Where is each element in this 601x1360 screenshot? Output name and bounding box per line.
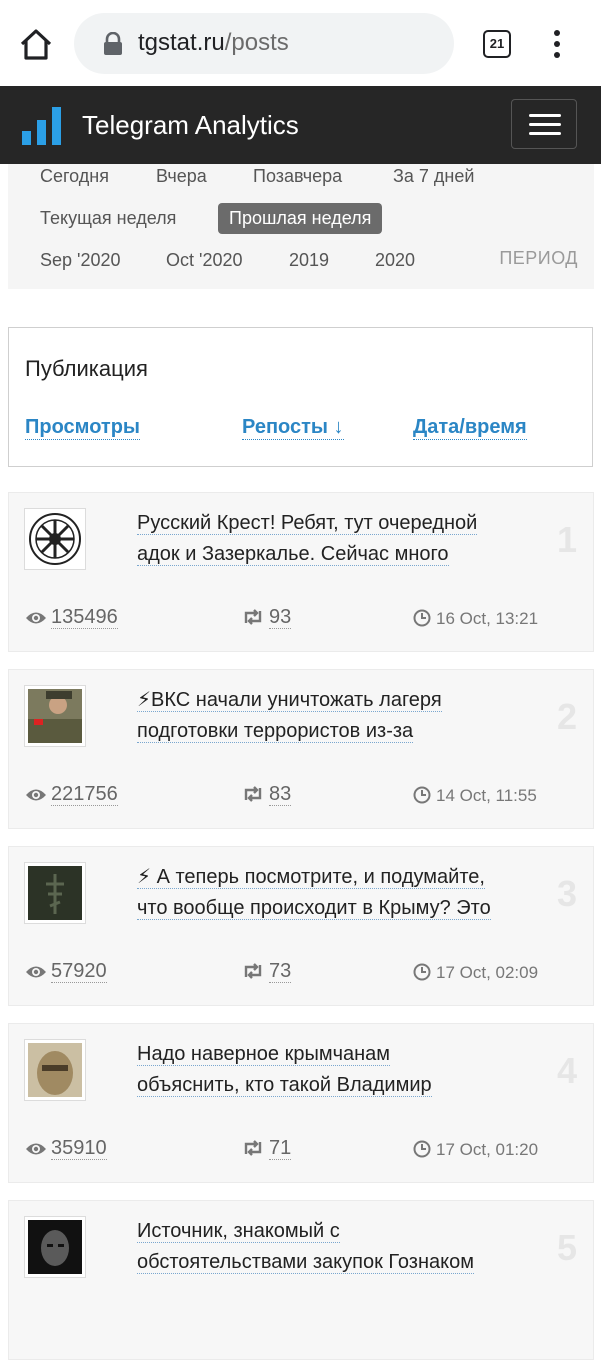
filter-period-button[interactable]: ПЕРИОД [499, 248, 578, 269]
orthodox-cross-image [28, 866, 82, 920]
sort-by-views-link[interactable]: Просмотры [25, 416, 141, 440]
post-date: 17 Oct, 02:09 [413, 963, 538, 983]
sort-by-datetime-link[interactable]: Дата/время [413, 416, 527, 440]
filter-today[interactable]: Сегодня [40, 166, 109, 187]
repost-icon [244, 963, 262, 979]
period-filters: Сегодня Вчера Позавчера За 7 дней Текуща… [8, 164, 594, 289]
clock-icon [413, 1140, 431, 1158]
post-views: 221756 [25, 783, 118, 806]
sort-by-reposts-link[interactable]: Репосты ↓ [242, 416, 344, 440]
eye-icon [26, 612, 46, 624]
filter-current-week[interactable]: Текущая неделя [40, 208, 176, 229]
post-text[interactable]: Источник, знакомый с обстоятельствами зак… [137, 1216, 527, 1278]
sort-panel-title: Публикация [25, 356, 148, 381]
filter-day-before[interactable]: Позавчера [253, 166, 342, 187]
post-rank: 3 [556, 873, 577, 914]
post-reposts: 93 [241, 606, 292, 629]
post-views: 35910 [25, 1137, 107, 1160]
bar-chart-logo-icon[interactable] [22, 107, 62, 145]
post-rank: 1 [556, 519, 577, 560]
post-text[interactable]: ⚡ А теперь посмотрите, и подумайте, что в… [137, 862, 527, 924]
filter-last-week-active[interactable]: Прошлая неделя [218, 203, 383, 234]
filter-7-days[interactable]: За 7 дней [393, 166, 474, 187]
app-title[interactable]: Telegram Analytics [82, 110, 299, 141]
post-card[interactable]: Источник, знакомый с обстоятельствами зак… [8, 1200, 594, 1360]
post-reposts: 73 [241, 960, 292, 983]
filter-oct-2020[interactable]: Oct '2020 [166, 250, 242, 271]
channel-avatar[interactable] [24, 685, 86, 747]
app-header: Telegram Analytics [0, 86, 601, 164]
channel-avatar[interactable] [24, 1039, 86, 1101]
sort-panel: Публикация Просмотры Репосты ↓ Дата/врем… [8, 327, 593, 467]
soldier-photo-image [28, 689, 82, 743]
channel-avatar[interactable] [24, 862, 86, 924]
filter-sep-2020[interactable]: Sep '2020 [40, 250, 121, 271]
menu-button[interactable] [511, 99, 577, 149]
post-views: 57920 [25, 960, 107, 983]
post-rank: 2 [556, 696, 577, 737]
filter-2020[interactable]: 2020 [375, 250, 415, 271]
repost-icon [244, 1140, 262, 1156]
post-date: 16 Oct, 13:21 [413, 609, 538, 629]
channel-avatar[interactable] [24, 508, 86, 570]
browser-toolbar: tgstat.ru/posts 21 [0, 0, 601, 86]
post-card[interactable]: Русский Крест! Ребят, тут очередной адок … [8, 492, 594, 652]
clock-icon [413, 963, 431, 981]
post-card[interactable]: ⚡ВКС начали уничтожать лагеря подготовки … [8, 669, 594, 829]
post-card[interactable]: ⚡ А теперь посмотрите, и подумайте, что в… [8, 846, 594, 1006]
post-text[interactable]: Русский Крест! Ребят, тут очередной адок … [137, 508, 527, 570]
url-text: tgstat.ru/posts [138, 29, 289, 56]
cross-emblem-image [29, 513, 81, 565]
filter-2019[interactable]: 2019 [289, 250, 329, 271]
masked-face-image [28, 1043, 82, 1097]
channel-avatar[interactable] [24, 1216, 86, 1278]
post-rank: 5 [556, 1227, 577, 1268]
post-card[interactable]: Надо наверное крымчанам объяснить, кто та… [8, 1023, 594, 1183]
address-bar[interactable]: tgstat.ru/posts [74, 13, 454, 74]
post-reposts: 71 [241, 1137, 292, 1160]
filter-yesterday[interactable]: Вчера [156, 166, 207, 187]
dark-portrait-image [28, 1220, 82, 1274]
post-views: 135496 [25, 606, 118, 629]
post-rank: 4 [556, 1050, 577, 1091]
post-text[interactable]: ⚡ВКС начали уничтожать лагеря подготовки … [137, 685, 527, 747]
post-reposts: 83 [241, 783, 292, 806]
post-date: 14 Oct, 11:55 [413, 786, 537, 806]
lock-icon [104, 32, 122, 55]
eye-icon [26, 1143, 46, 1155]
post-text[interactable]: Надо наверное крымчанам объяснить, кто та… [137, 1039, 527, 1101]
tab-switcher-button[interactable]: 21 [483, 30, 511, 58]
repost-icon [244, 786, 262, 802]
clock-icon [413, 609, 431, 627]
home-icon[interactable] [18, 27, 54, 63]
eye-icon [26, 789, 46, 801]
eye-icon [26, 966, 46, 978]
clock-icon [413, 786, 431, 804]
repost-icon [244, 609, 262, 625]
more-menu-icon[interactable] [549, 29, 565, 59]
post-date: 17 Oct, 01:20 [413, 1140, 538, 1160]
